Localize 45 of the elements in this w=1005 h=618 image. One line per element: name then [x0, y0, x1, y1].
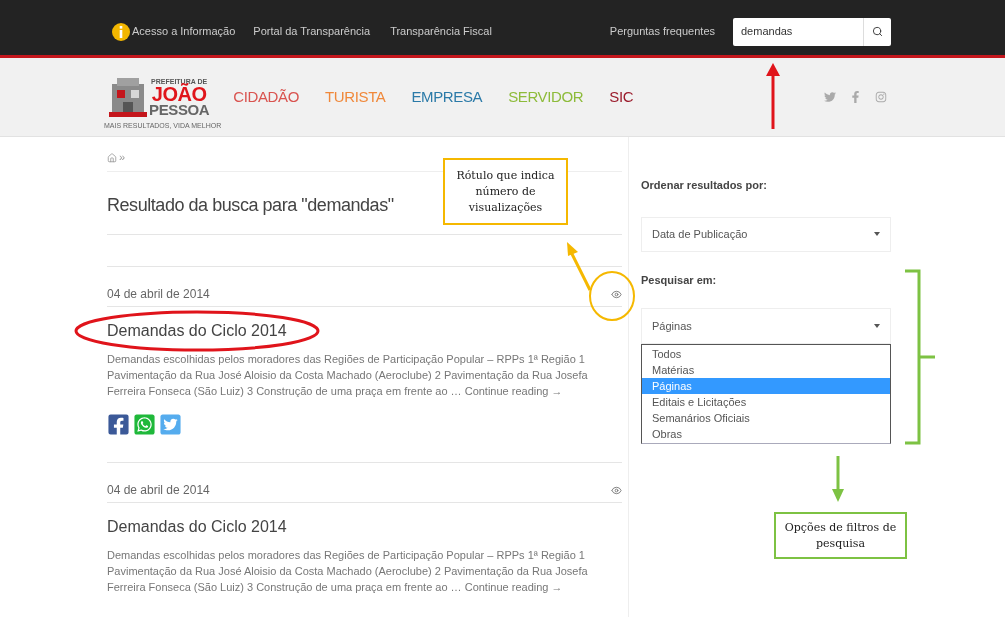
search-field[interactable]: demandas: [733, 17, 891, 46]
crest-icon: [109, 76, 147, 118]
caret-icon: [874, 232, 880, 236]
page-heading: Resultado da busca para "demandas": [107, 194, 394, 217]
info-icon[interactable]: [112, 22, 130, 41]
callout-text: Opções de filtros de pesquisa: [783, 519, 898, 552]
twitter-icon[interactable]: [824, 91, 836, 103]
post-excerpt: Demandas escolhidas pelos moradores das Regiões de Participação Popular – RPPs 1ª Região 1 Pavimentação da Rua José Aloisio da Costa Machado (Aeroclube) 2 Pavimentação da Rua Josefa Ferreira Fonseca (São Luiz) 3 Construção de uma praça em frente ao … Continue reading →: [107, 548, 589, 595]
post-date: 04 de abril de 2014: [107, 482, 210, 499]
faq-link[interactable]: Perguntas frequentes: [609, 23, 715, 40]
highlight-circle: [588, 270, 636, 322]
callout-text: Rótulo que indica número de visualizações: [455, 167, 556, 216]
top-link[interactable]: Portal da Transparência: [253, 23, 371, 40]
caret-icon: [874, 324, 880, 328]
facebook-share-icon[interactable]: [107, 413, 130, 436]
pointer-arrow: [831, 455, 845, 503]
top-link[interactable]: Transparência Fiscal: [390, 23, 492, 40]
option-item[interactable]: Todos: [642, 346, 890, 362]
sort-label: Ordenar resultados por:: [641, 178, 768, 193]
continue-reading-link[interactable]: Continue reading →: [464, 385, 563, 397]
post-date: 04 de abril de 2014: [107, 286, 210, 303]
option-item[interactable]: Semanários Oficiais: [642, 410, 890, 426]
nav-link[interactable]: SIC: [609, 85, 634, 109]
option-item[interactable]: Matérias: [642, 362, 890, 378]
search-in-label: Pesquisar em:: [641, 272, 718, 288]
breadcrumb-separator: »: [119, 152, 126, 163]
search-icon: [872, 26, 883, 37]
facebook-icon[interactable]: [850, 91, 861, 103]
logo-name: PESSOA: [149, 102, 210, 117]
top-link[interactable]: Acesso a Informação: [132, 23, 236, 40]
logo-name: JOÃO: [151, 84, 207, 103]
nav-link[interactable]: CIDADÃO: [233, 85, 299, 109]
post-title[interactable]: Demandas do Ciclo 2014: [107, 515, 287, 539]
post-excerpt: Demandas escolhidas pelos moradores das Regiões de Participação Popular – RPPs 1ª Região 1 Pavimentação da Rua José Aloisio da Costa Machado (Aeroclube) 2 Pavimentação da Rua Josefa Ferreira Fonseca (São Luiz) 3 Construção de uma praça em frente ao … Continue reading →: [107, 352, 589, 399]
sort-select[interactable]: Data de Publicação: [641, 216, 891, 252]
continue-reading-link[interactable]: Continue reading →: [464, 581, 563, 593]
nav-link[interactable]: EMPRESA: [411, 85, 483, 109]
instagram-icon[interactable]: [875, 91, 887, 103]
pointer-arrow: [764, 62, 782, 130]
views-icon: [611, 288, 622, 300]
home-icon[interactable]: [107, 152, 117, 163]
twitter-share-icon[interactable]: [159, 413, 182, 436]
views-icon: [611, 484, 622, 496]
option-item[interactable]: Obras: [642, 426, 890, 442]
option-item[interactable]: Editais e Licitações: [642, 394, 890, 410]
